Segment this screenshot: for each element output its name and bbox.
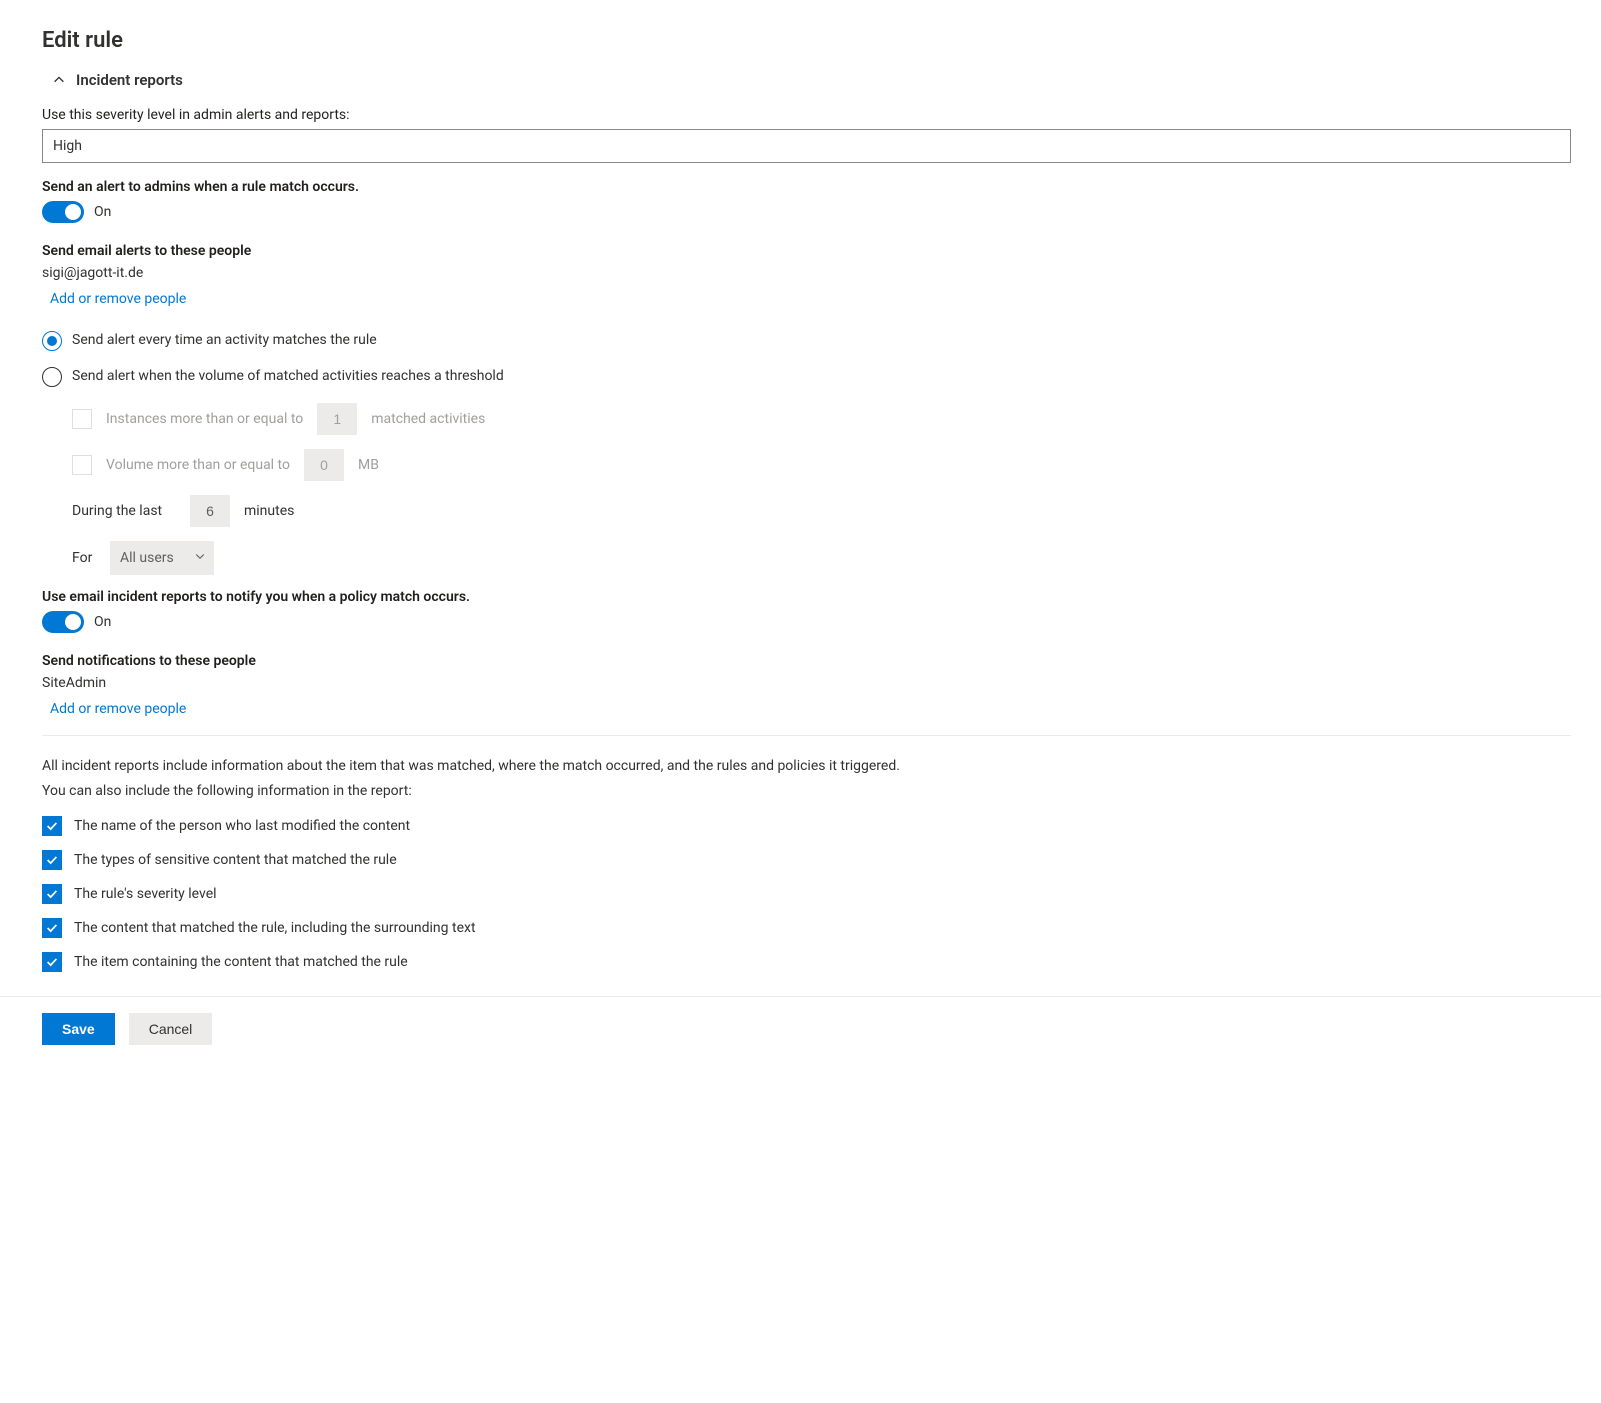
info-line-1: All incident reports include information… xyxy=(42,756,1571,777)
radio-every-time[interactable] xyxy=(42,331,62,351)
check-content-matched-label: The content that matched the rule, inclu… xyxy=(74,920,476,936)
footer: Save Cancel xyxy=(0,996,1601,1065)
check-sensitive-types-label: The types of sensitive content that matc… xyxy=(74,852,397,868)
save-button[interactable]: Save xyxy=(42,1013,115,1045)
check-item-containing-label: The item containing the content that mat… xyxy=(74,954,408,970)
instances-input xyxy=(317,403,357,435)
for-dropdown[interactable]: All users xyxy=(110,541,214,575)
admin-alert-toggle[interactable] xyxy=(42,201,84,223)
incident-email-toggle[interactable] xyxy=(42,611,84,633)
email-alerts-value: sigi@jagott-it.de xyxy=(42,265,1571,281)
admin-alert-state: On xyxy=(94,204,111,220)
info-line-2: You can also include the following infor… xyxy=(42,781,1571,802)
volume-label: Volume more than or equal to xyxy=(106,457,290,473)
incident-email-state: On xyxy=(94,614,111,630)
volume-checkbox xyxy=(72,455,92,475)
check-last-modified-label: The name of the person who last modified… xyxy=(74,818,410,834)
radio-every-time-label: Send alert every time an activity matche… xyxy=(72,331,377,348)
section-header-incident-reports[interactable]: Incident reports xyxy=(42,71,1571,89)
admin-alert-label: Send an alert to admins when a rule matc… xyxy=(42,179,1571,195)
instances-suffix: matched activities xyxy=(371,411,485,427)
radio-threshold-label: Send alert when the volume of matched ac… xyxy=(72,367,504,384)
cancel-button[interactable]: Cancel xyxy=(129,1013,213,1045)
check-item-containing[interactable] xyxy=(42,952,62,972)
add-remove-people-link-notifications[interactable]: Add or remove people xyxy=(42,701,186,717)
divider xyxy=(42,735,1571,736)
volume-input xyxy=(304,449,344,481)
page-title: Edit rule xyxy=(42,28,1571,53)
during-input[interactable] xyxy=(190,495,230,527)
check-last-modified[interactable] xyxy=(42,816,62,836)
notifications-label: Send notifications to these people xyxy=(42,653,1571,669)
for-label: For xyxy=(72,550,96,566)
section-title: Incident reports xyxy=(76,71,183,89)
check-severity-label: The rule's severity level xyxy=(74,886,217,902)
incident-email-label: Use email incident reports to notify you… xyxy=(42,589,1571,605)
chevron-down-icon xyxy=(194,550,206,566)
notifications-value: SiteAdmin xyxy=(42,675,1571,691)
during-suffix: minutes xyxy=(244,503,294,519)
instances-checkbox xyxy=(72,409,92,429)
email-alerts-label: Send email alerts to these people xyxy=(42,243,1571,259)
radio-threshold[interactable] xyxy=(42,367,62,387)
severity-value: High xyxy=(53,138,82,154)
check-sensitive-types[interactable] xyxy=(42,850,62,870)
chevron-up-icon xyxy=(52,73,66,87)
severity-label: Use this severity level in admin alerts … xyxy=(42,107,1571,123)
for-value: All users xyxy=(120,550,174,566)
instances-label: Instances more than or equal to xyxy=(106,411,303,427)
during-label: During the last xyxy=(72,503,176,519)
severity-dropdown[interactable]: High xyxy=(42,129,1571,163)
volume-suffix: MB xyxy=(358,457,379,473)
check-content-matched[interactable] xyxy=(42,918,62,938)
add-remove-people-link-alerts[interactable]: Add or remove people xyxy=(42,291,186,307)
check-severity[interactable] xyxy=(42,884,62,904)
